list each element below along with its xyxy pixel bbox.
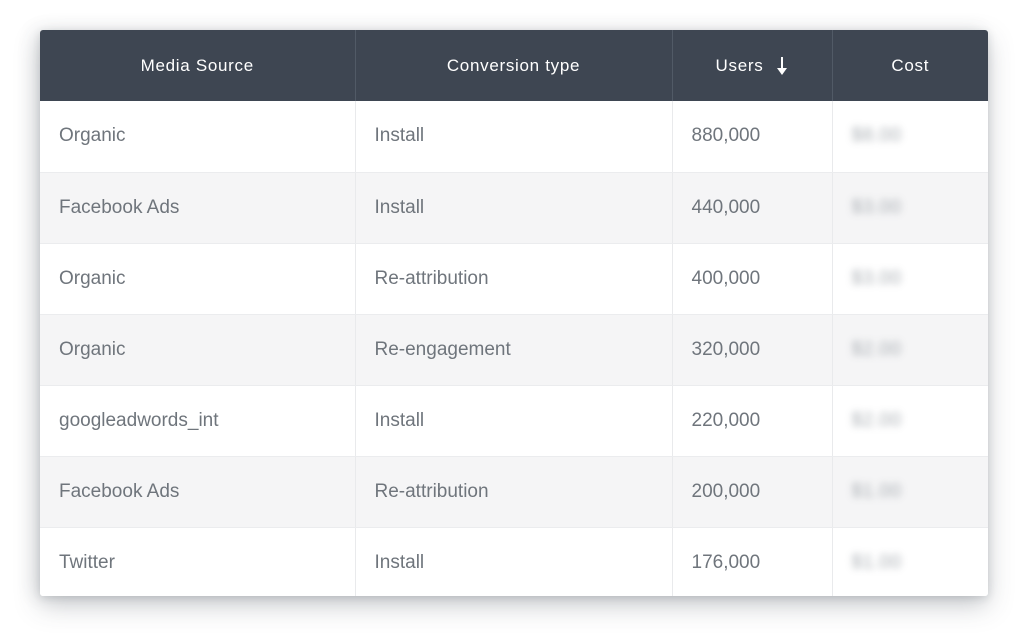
media-source-table: Media Source Conversion type Users Cost …	[40, 30, 988, 596]
table-body: Organic Install 880,000 $8.00 Facebook A…	[40, 101, 988, 596]
cell-conversion-type: Re-attribution	[355, 456, 673, 528]
cost-redacted-value: $8.00	[851, 125, 902, 147]
table-header-row: Media Source Conversion type Users Cost	[40, 30, 988, 101]
cost-redacted-value: $1.00	[851, 480, 902, 502]
cell-conversion-type: Install	[355, 527, 673, 596]
column-header-users[interactable]: Users	[672, 30, 833, 101]
table-header: Media Source Conversion type Users Cost	[40, 30, 988, 101]
cell-cost: $2.00	[832, 314, 988, 386]
table-row[interactable]: Twitter Install 176,000 $1.00	[40, 527, 988, 596]
cell-cost: $8.00	[832, 101, 988, 173]
cost-redacted-value: $3.00	[851, 196, 902, 218]
table-row[interactable]: Organic Re-attribution 400,000 $3.00	[40, 243, 988, 315]
table-row[interactable]: googleadwords_int Install 220,000 $2.00	[40, 385, 988, 457]
data-table-card: Media Source Conversion type Users Cost …	[40, 30, 988, 596]
cell-cost: $1.00	[832, 456, 988, 528]
cost-redacted-value: $2.00	[851, 409, 902, 431]
cost-redacted-value: $3.00	[851, 267, 902, 289]
cell-media-source: Twitter	[40, 527, 356, 596]
cell-cost: $3.00	[832, 172, 988, 244]
column-header-conversion-type[interactable]: Conversion type	[355, 30, 673, 101]
cell-conversion-type: Install	[355, 101, 673, 173]
column-header-media-source[interactable]: Media Source	[40, 30, 356, 101]
cell-media-source: googleadwords_int	[40, 385, 356, 457]
cell-media-source: Organic	[40, 101, 356, 173]
cell-conversion-type: Install	[355, 385, 673, 457]
table-row[interactable]: Facebook Ads Install 440,000 $3.00	[40, 172, 988, 244]
table-row[interactable]: Organic Install 880,000 $8.00	[40, 101, 988, 173]
cell-media-source: Organic	[40, 243, 356, 315]
cell-users: 220,000	[672, 385, 833, 457]
cell-media-source: Facebook Ads	[40, 172, 356, 244]
table-row[interactable]: Organic Re-engagement 320,000 $2.00	[40, 314, 988, 386]
cell-cost: $2.00	[832, 385, 988, 457]
cell-conversion-type: Install	[355, 172, 673, 244]
cell-users: 880,000	[672, 101, 833, 173]
table-row[interactable]: Facebook Ads Re-attribution 200,000 $1.0…	[40, 456, 988, 528]
arrow-down-icon[interactable]	[777, 56, 788, 75]
page-root: Media Source Conversion type Users Cost …	[0, 0, 1024, 636]
column-header-cost[interactable]: Cost	[832, 30, 988, 101]
cost-redacted-value: $2.00	[851, 338, 902, 360]
cell-conversion-type: Re-engagement	[355, 314, 673, 386]
cell-users: 320,000	[672, 314, 833, 386]
cell-users: 200,000	[672, 456, 833, 528]
column-header-users-label: Users	[715, 55, 764, 75]
cell-users: 400,000	[672, 243, 833, 315]
column-header-cost-label: Cost	[891, 55, 930, 75]
cell-media-source: Organic	[40, 314, 356, 386]
cell-cost: $1.00	[832, 527, 988, 596]
cell-users: 176,000	[672, 527, 833, 596]
cell-users: 440,000	[672, 172, 833, 244]
cell-conversion-type: Re-attribution	[355, 243, 673, 315]
cell-cost: $3.00	[832, 243, 988, 315]
column-header-media-source-label: Media Source	[140, 55, 254, 75]
cell-media-source: Facebook Ads	[40, 456, 356, 528]
cost-redacted-value: $1.00	[851, 551, 902, 573]
column-header-conversion-type-label: Conversion type	[446, 55, 581, 75]
